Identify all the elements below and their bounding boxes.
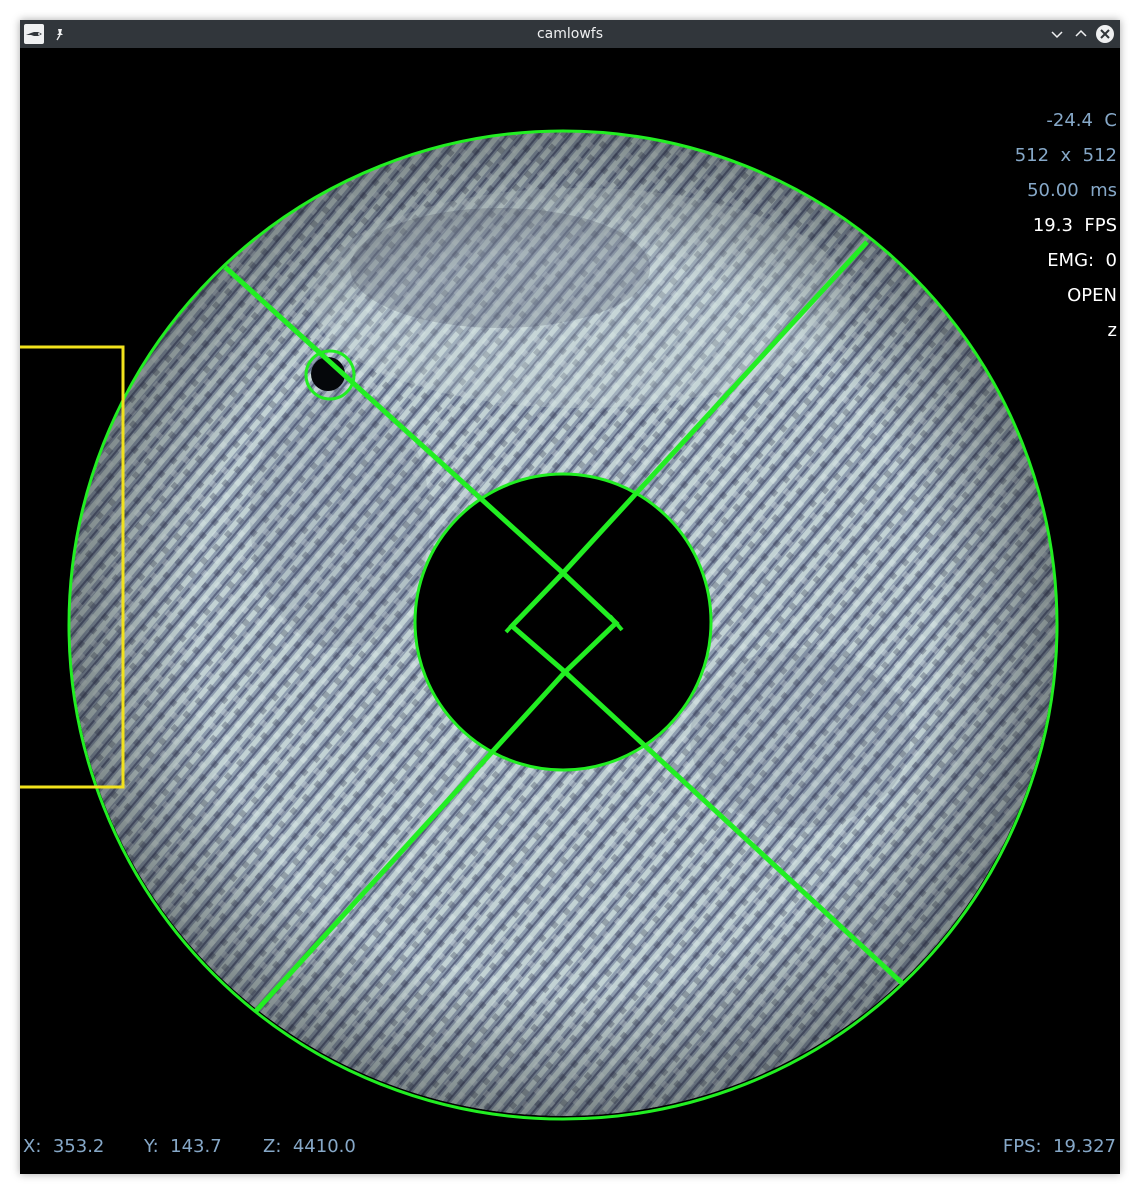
close-icon <box>1100 29 1110 39</box>
chevron-down-icon <box>1051 31 1063 39</box>
cursor-z-readout: Z: 4410.0 <box>263 1136 356 1157</box>
cursor-y-readout: Y: 143.7 <box>144 1136 222 1157</box>
title-bar[interactable]: camlowfs <box>20 20 1120 48</box>
camlowfs-window: camlowfs -24.4 C 512 x 512 50.00 ms 19.3… <box>20 20 1120 1174</box>
close-button[interactable] <box>1096 25 1114 43</box>
fps-readout: FPS: 19.327 <box>1002 1136 1116 1157</box>
minimize-button[interactable] <box>1047 24 1067 44</box>
display-scale: z <box>1107 320 1117 341</box>
sensor-temperature: -24.4 C <box>1046 110 1117 131</box>
em-gain: EMG: 0 <box>1047 250 1117 271</box>
chevron-up-icon <box>1075 29 1087 37</box>
cursor-x-readout: X: 353.2 <box>23 1136 105 1157</box>
central-obstruction <box>416 475 710 769</box>
camera-image-view[interactable]: -24.4 C 512 x 512 50.00 ms 19.3 FPS EMG:… <box>20 48 1120 1174</box>
pin-icon[interactable] <box>52 25 68 43</box>
window-title: camlowfs <box>536 26 604 42</box>
exposure-time: 50.00 ms <box>1027 180 1117 201</box>
shutter-state: OPEN <box>1067 285 1117 306</box>
maximize-button[interactable] <box>1071 24 1091 44</box>
camlowfs-app-icon[interactable] <box>24 24 44 44</box>
image-resolution: 512 x 512 <box>1014 145 1117 166</box>
frame-rate: 19.3 FPS <box>1032 215 1117 236</box>
